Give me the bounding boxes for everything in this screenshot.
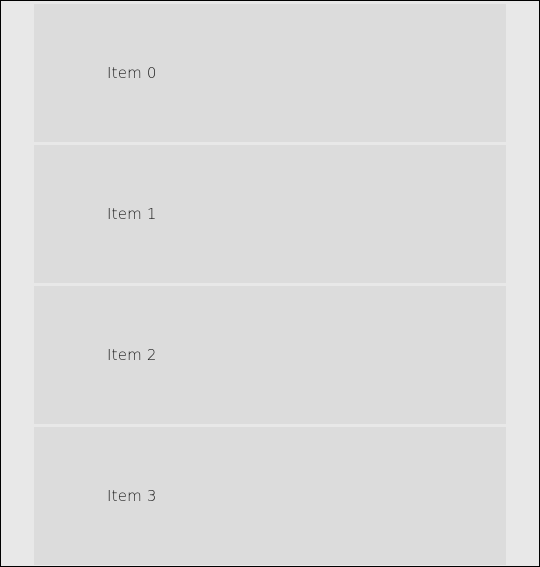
list-item-label: Item 2 [107,346,157,364]
list-item-label: Item 3 [107,487,157,505]
list-container: Item 0 Item 1 Item 2 Item 3 [1,1,539,565]
list-item-label: Item 0 [107,64,157,82]
list-item[interactable]: Item 1 [34,145,506,283]
list-item[interactable]: Item 0 [34,4,506,142]
list-item-label: Item 1 [107,205,157,223]
list-item[interactable]: Item 2 [34,286,506,424]
list-item[interactable]: Item 3 [34,427,506,565]
